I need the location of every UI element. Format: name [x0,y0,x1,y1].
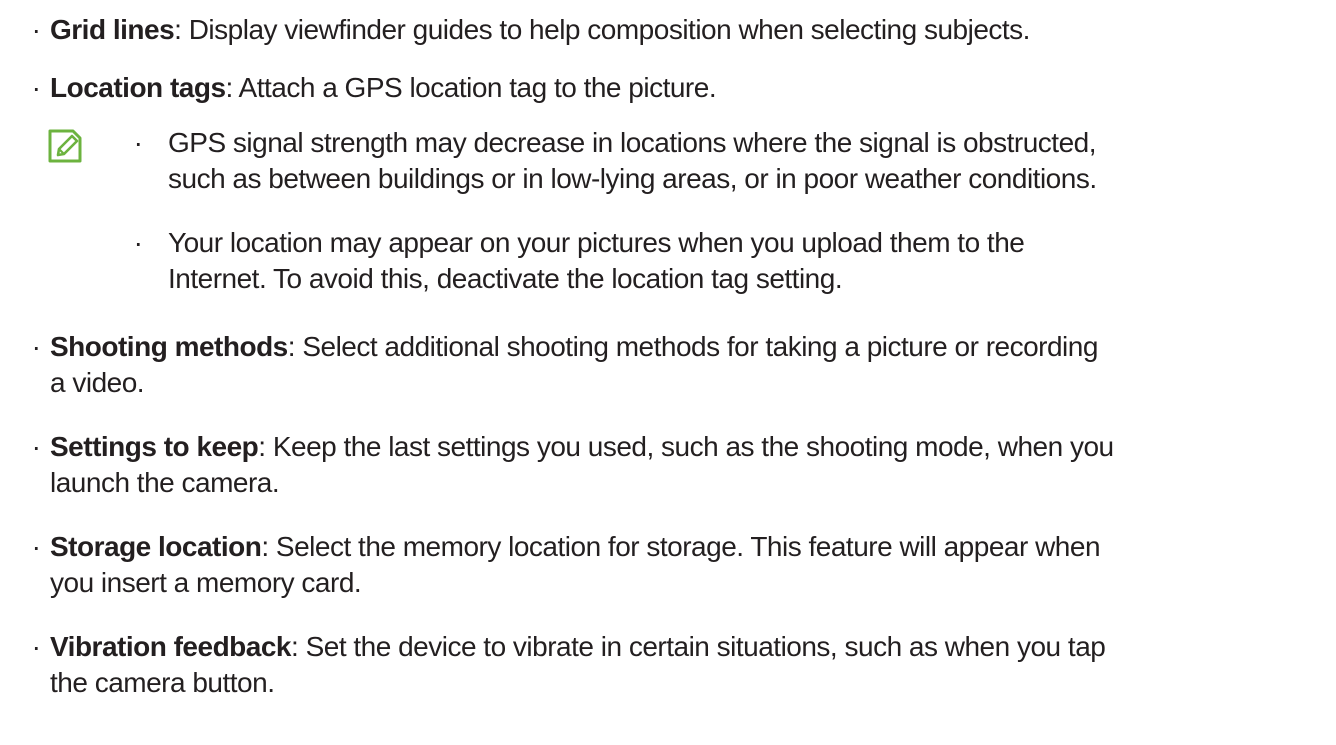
item-desc: : Select additional shooting methods for… [287,331,1099,362]
item-term: Location tags [50,72,226,103]
item-desc-line2: a video. [50,367,145,398]
bullet: · [31,431,41,462]
bullet: · [31,72,41,103]
note-line: Your location may appear on your picture… [168,227,1025,258]
item-term: Vibration feedback [50,631,292,662]
note-line: GPS signal strength may decrease in loca… [168,127,1097,158]
note-line: such as between buildings or in low-lyin… [168,163,1097,194]
item-term: Settings to keep [50,431,259,462]
item-text: Grid lines: Display viewfinder guides to… [50,12,1326,48]
bullet: · [133,127,143,158]
bullet: · [31,331,41,362]
note-line: Internet. To avoid this, deactivate the … [168,263,843,294]
bullet: · [31,531,41,562]
bullet: · [133,227,143,258]
note-text: Your location may appear on your picture… [168,225,1328,297]
item-desc: : Attach a GPS location tag to the pictu… [225,72,717,103]
item-desc-line2: launch the camera. [50,467,280,498]
item-desc-line2: you insert a memory card. [50,567,362,598]
item-desc: : Keep the last settings you used, such … [258,431,1114,462]
item-term: Grid lines [50,14,175,45]
item-term: Shooting methods [50,331,288,362]
item-desc: : Set the device to vibrate in certain s… [291,631,1106,662]
item-text: Shooting methods: Select additional shoo… [50,329,1326,401]
item-desc: : Display viewfinder guides to help comp… [174,14,1030,45]
item-desc-line2: the camera button. [50,667,275,698]
bullet: · [31,631,41,662]
item-text: Vibration feedback: Set the device to vi… [50,629,1326,701]
item-text: Location tags: Attach a GPS location tag… [50,70,1326,106]
item-text: Settings to keep: Keep the last settings… [50,429,1326,501]
item-term: Storage location [50,531,262,562]
item-desc: : Select the memory location for storage… [261,531,1101,562]
bullet: · [31,14,41,45]
manual-page: · Grid lines: Display viewfinder guides … [0,0,1336,745]
note-pencil-icon [48,129,82,163]
item-text: Storage location: Select the memory loca… [50,529,1326,601]
note-text: GPS signal strength may decrease in loca… [168,125,1328,197]
